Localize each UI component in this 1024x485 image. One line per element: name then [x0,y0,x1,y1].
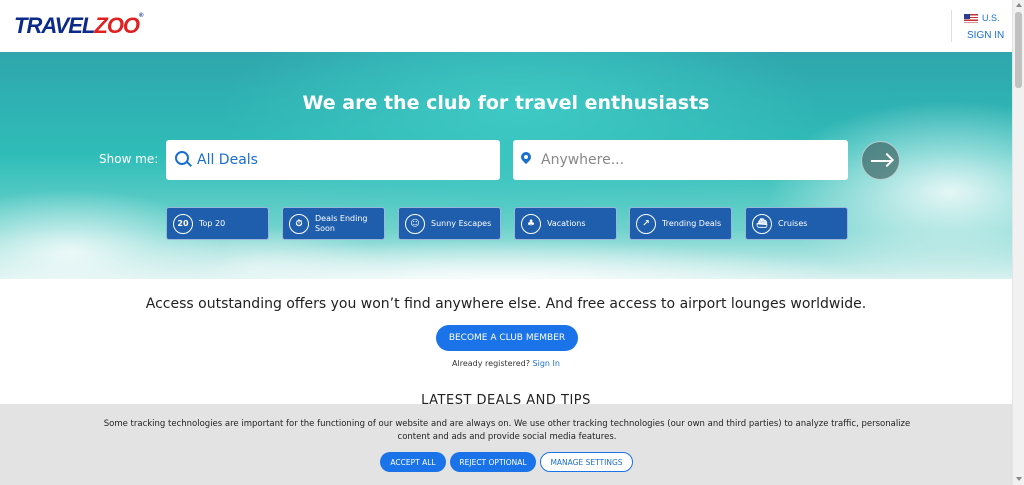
trending-icon: ↗ [636,213,656,234]
category-vacations-button[interactable]: ♣ Vacations [514,207,617,240]
palm-tree-icon: ♣ [521,213,541,234]
manage-settings-button[interactable]: MANAGE SETTINGS [540,452,633,472]
site-header: TRAVELZOO® U.S. SIGN IN [0,0,1012,52]
category-cruises-button[interactable]: ⛴ Cruises [745,207,848,240]
sign-in-link[interactable]: SIGN IN [967,30,1004,41]
scroll-down-arrow-icon[interactable] [1016,477,1022,481]
hero-banner: We are the club for travel enthusiasts S… [0,52,1012,279]
top-20-icon: 20 [173,213,193,234]
search-icon [175,151,193,169]
destination-placeholder: Anywhere... [541,152,625,168]
us-flag-icon [964,13,978,23]
reject-optional-button[interactable]: REJECT OPTIONAL [450,452,536,472]
category-label: Deals Ending Soon [315,213,368,233]
region-label: U.S. [982,13,1000,23]
travelzoo-logo[interactable]: TRAVELZOO® [14,13,144,39]
location-pin-icon [520,152,532,168]
destination-input[interactable]: Anywhere... [513,140,848,180]
accept-all-button[interactable]: ACCEPT ALL [380,452,446,472]
club-tagline: Access outstanding offers you won’t find… [145,296,867,312]
category-deals-ending-soon-button[interactable]: ⏱ Deals Ending Soon [282,207,385,240]
header-divider [951,10,952,42]
sign-in-inline-link[interactable]: Sign In [533,359,560,368]
hero-title: We are the club for travel enthusiasts [302,92,710,114]
deals-search-input[interactable]: All Deals [166,140,500,180]
category-label: Trending Deals [662,218,722,228]
already-registered-text: Already registered? Sign In [0,359,1012,368]
region-selector[interactable]: U.S. [964,13,1000,23]
category-trending-deals-button[interactable]: ↗ Trending Deals [629,207,732,240]
scroll-thumb[interactable] [1015,12,1022,88]
cookie-banner: Some tracking technologies are important… [0,404,1012,485]
cookie-text: Some tracking technologies are important… [103,419,911,442]
people-icon: ☺ [405,213,425,234]
already-registered-label: Already registered? [452,359,530,368]
show-me-label: Show me: [99,152,159,166]
category-label: Vacations [547,218,586,228]
category-label: Cruises [778,218,808,228]
ship-icon: ⛴ [752,213,772,234]
category-top-20-button[interactable]: 20 Top 20 [166,207,269,240]
scroll-up-arrow-icon[interactable] [1016,3,1022,7]
clock-icon: ⏱ [289,213,309,234]
page-scrollbar[interactable] [1012,0,1024,485]
search-submit-arrow-icon[interactable] [861,141,900,180]
category-label: Top 20 [199,218,226,228]
category-sunny-escapes-button[interactable]: ☺ Sunny Escapes [398,207,501,240]
category-label: Sunny Escapes [431,218,492,228]
become-member-button[interactable]: BECOME A CLUB MEMBER [436,325,578,351]
deals-search-value: All Deals [197,152,258,168]
